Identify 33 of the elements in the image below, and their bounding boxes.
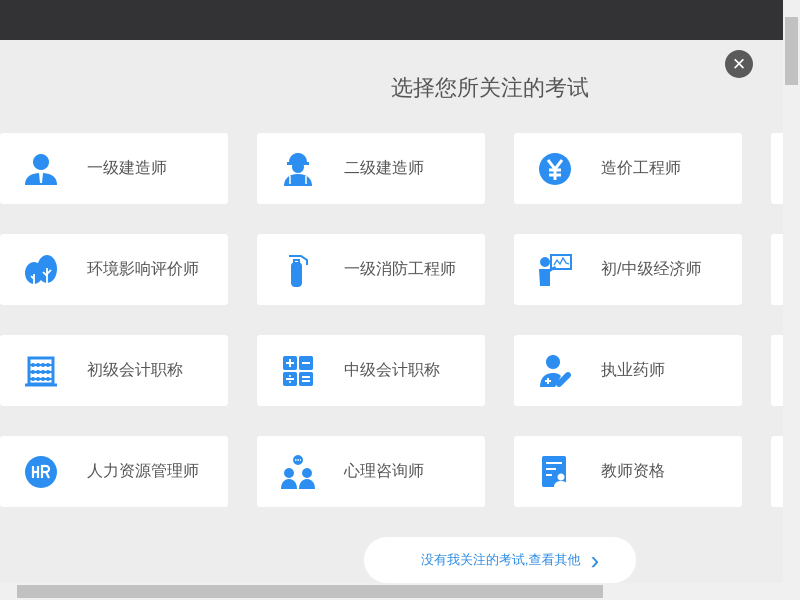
exam-name: 造价工程师 — [601, 158, 681, 179]
yen-icon — [536, 150, 572, 186]
exam-card[interactable]: 执业药师 — [514, 335, 742, 406]
exam-name: 教师资格 — [601, 462, 665, 482]
exam-name: 一级消防工程师 — [344, 260, 456, 280]
exam-card[interactable]: 教师资格 — [514, 436, 742, 507]
close-button[interactable]: × — [725, 50, 753, 78]
hr-icon — [22, 454, 58, 490]
exam-card[interactable]: 一级消防工程师 — [257, 234, 485, 305]
exam-name: 心理咨询师 — [344, 462, 424, 482]
exam-name: 执业药师 — [601, 360, 665, 381]
view-more-button[interactable]: 没有我关注的考试,查看其他 › — [364, 537, 636, 583]
exam-card[interactable]: 人力资源管理师 — [0, 436, 228, 507]
exam-card[interactable]: 一级建造师 — [0, 133, 228, 204]
exam-name: 初/中级经济师 — [601, 260, 702, 280]
exam-card[interactable]: 造价工程师 — [514, 133, 742, 204]
exam-name: 二级建造师 — [344, 158, 424, 179]
exam-name: 一级建造师 — [87, 158, 167, 179]
scrollbar-thumb[interactable] — [785, 17, 798, 85]
presenter-icon — [536, 252, 572, 288]
exam-card[interactable]: 二级建造师 — [257, 133, 485, 204]
dialog-title: 选择您所关注的考试 — [391, 74, 589, 102]
exam-name: 环境影响评价师 — [87, 260, 199, 280]
consultation-icon — [280, 454, 316, 490]
exam-card[interactable]: 环境影响评价师 — [0, 234, 228, 305]
exam-name: 初级会计职称 — [87, 360, 183, 381]
exam-name: 中级会计职称 — [344, 360, 440, 381]
exam-card[interactable]: 心理咨询师 — [257, 436, 485, 507]
exam-card[interactable]: 初级会计职称 — [0, 335, 228, 406]
exam-name: 人力资源管理师 — [87, 462, 199, 482]
scrollbar-thumb[interactable] — [17, 585, 603, 598]
exam-card[interactable]: 初/中级经济师 — [514, 234, 742, 305]
exam-card[interactable]: 中级会计职称 — [257, 335, 485, 406]
